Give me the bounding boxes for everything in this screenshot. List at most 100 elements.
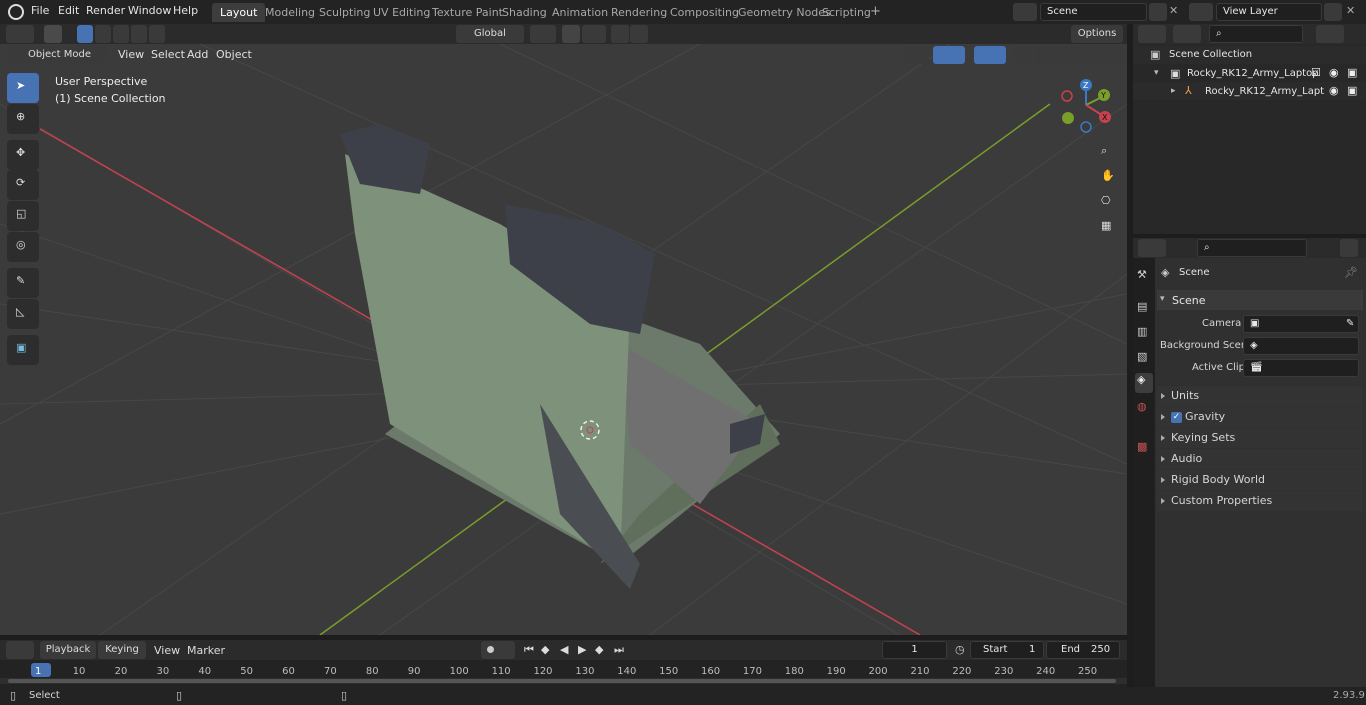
proportional-edit-icon[interactable] xyxy=(611,25,629,43)
timeline-scrollbar[interactable] xyxy=(0,678,1127,684)
overlay-toggle-icon[interactable] xyxy=(974,46,1006,64)
panel-units[interactable]: Units xyxy=(1157,386,1363,406)
output-tab-icon[interactable]: ▥ xyxy=(1137,325,1147,338)
menu-view[interactable]: View xyxy=(154,644,180,657)
shading-modes[interactable] xyxy=(1035,46,1107,64)
checkbox-icon[interactable]: ☑ xyxy=(1311,66,1321,79)
outliner-item[interactable]: Rocky_RK12_Army_Lapt xyxy=(1205,86,1324,97)
tool-annotate[interactable]: ✎ xyxy=(7,268,39,298)
world-tab-icon[interactable]: ◍ xyxy=(1137,400,1147,413)
blender-logo-icon[interactable] xyxy=(8,4,24,20)
panel-keying-sets[interactable]: Keying Sets xyxy=(1157,428,1363,448)
background-scene-field[interactable]: ◈ xyxy=(1243,337,1359,355)
play-reverse-icon[interactable]: ◀ xyxy=(560,643,568,656)
camera-icon[interactable]: ▣ xyxy=(1347,84,1357,97)
close-scene-icon[interactable]: ✕ xyxy=(1169,4,1178,17)
select-mode-invert-icon[interactable] xyxy=(131,25,147,43)
select-mode-intersect-icon[interactable] xyxy=(149,25,165,43)
tool-move[interactable]: ✥ xyxy=(7,140,39,170)
scene-selector-icon[interactable] xyxy=(1013,3,1037,21)
jump-end-icon[interactable]: ⏭ xyxy=(614,643,624,657)
falloff-icon[interactable] xyxy=(630,25,648,43)
camera-field[interactable]: ▣ ✎ xyxy=(1243,315,1359,333)
play-icon[interactable]: ▶ xyxy=(578,643,586,656)
menu-render[interactable]: Render xyxy=(86,4,125,17)
menu-add[interactable]: Add xyxy=(187,48,208,61)
copy-scene-icon[interactable] xyxy=(1149,3,1167,21)
prev-keyframe-icon[interactable]: ◆ xyxy=(541,643,549,656)
visibility-icon[interactable] xyxy=(903,46,929,64)
tool-add-cube[interactable]: ▣ xyxy=(7,335,39,365)
panel-custom-properties[interactable]: Custom Properties xyxy=(1157,491,1363,511)
scene-tab-icon[interactable]: ◈ xyxy=(1135,373,1153,393)
jump-start-icon[interactable]: ⏮ xyxy=(524,643,534,657)
zoom-icon[interactable]: ⌕ xyxy=(1101,144,1107,158)
scene-field[interactable]: Scene xyxy=(1040,3,1147,21)
view-layer-field[interactable]: View Layer xyxy=(1216,3,1322,21)
display-mode-icon[interactable] xyxy=(1173,25,1201,43)
menu-help[interactable]: Help xyxy=(173,4,198,17)
3d-viewport[interactable]: User Perspective (1) Scene Collection ➤ … xyxy=(0,44,1127,635)
menu-object[interactable]: Object xyxy=(216,48,252,61)
pan-hand-icon[interactable]: ✋ xyxy=(1101,169,1115,182)
gizmo-toggle-icon[interactable] xyxy=(933,46,965,64)
panel-audio[interactable]: Audio xyxy=(1157,449,1363,469)
transform-orientation-dropdown[interactable]: Global xyxy=(456,25,524,43)
menu-edit[interactable]: Edit xyxy=(58,4,79,17)
view-layer-tab-icon[interactable]: ▧ xyxy=(1137,350,1147,363)
menu-view[interactable]: View xyxy=(118,48,144,61)
select-box-icon[interactable] xyxy=(44,25,62,43)
properties-options-icon[interactable] xyxy=(1340,239,1358,257)
pivot-point-icon[interactable] xyxy=(530,25,556,43)
menu-marker[interactable]: Marker xyxy=(187,644,225,657)
ortho-grid-icon[interactable]: ▦ xyxy=(1101,219,1111,232)
shading-options-icon[interactable] xyxy=(1107,46,1123,64)
tool-scale[interactable]: ◱ xyxy=(7,201,39,231)
start-frame-field[interactable]: Start 1 xyxy=(970,641,1044,659)
tool-measure[interactable]: ◺ xyxy=(7,299,39,329)
expand-icon[interactable]: ▾ xyxy=(1154,68,1159,78)
tool-rotate[interactable]: ⟳ xyxy=(7,170,39,200)
view-layer-icon[interactable] xyxy=(1189,3,1213,21)
tool-select-box[interactable]: ➤ xyxy=(7,73,39,103)
filter-icon[interactable] xyxy=(1316,25,1344,43)
properties-search-input[interactable]: ⌕ xyxy=(1197,239,1307,257)
navigation-gizmo[interactable]: Z Y X xyxy=(1055,74,1117,136)
current-frame-field[interactable]: 1 xyxy=(882,641,947,659)
record-icon[interactable] xyxy=(481,641,515,659)
eye-icon[interactable]: ◉ xyxy=(1329,66,1339,79)
menu-select[interactable]: Select xyxy=(151,48,185,61)
camera-view-icon[interactable]: ⎔ xyxy=(1101,194,1111,207)
render-tab-icon[interactable]: ▤ xyxy=(1137,300,1147,313)
pin-icon[interactable]: 📌︎ xyxy=(1344,266,1358,279)
menu-keying[interactable]: Keying xyxy=(98,641,146,659)
eyedropper-icon[interactable]: ✎ xyxy=(1346,316,1354,332)
outliner-item[interactable]: Rocky_RK12_Army_Laptop xyxy=(1187,68,1319,79)
close-view-layer-icon[interactable]: ✕ xyxy=(1346,4,1355,17)
clock-icon[interactable]: ◷ xyxy=(955,643,965,656)
add-workspace-icon[interactable]: + xyxy=(870,4,881,19)
active-clip-field[interactable]: 🎬︎ xyxy=(1243,359,1359,377)
editor-type-icon[interactable] xyxy=(6,25,34,43)
timeline-editor-icon[interactable] xyxy=(6,641,34,659)
expand-icon[interactable]: ▸ xyxy=(1171,86,1176,96)
menu-playback[interactable]: Playback xyxy=(40,641,96,659)
select-mode-subtract-icon[interactable] xyxy=(113,25,129,43)
xray-icon[interactable] xyxy=(1014,46,1032,64)
copy-view-layer-icon[interactable] xyxy=(1324,3,1342,21)
properties-editor-icon[interactable] xyxy=(1138,239,1166,257)
outliner-root[interactable]: Scene Collection xyxy=(1169,49,1252,60)
options-dropdown[interactable]: Options xyxy=(1071,25,1123,43)
tool-cursor[interactable]: ⊕ xyxy=(7,104,39,134)
eye-icon[interactable]: ◉ xyxy=(1329,84,1339,97)
menu-window[interactable]: Window xyxy=(128,4,171,17)
select-mode-new-icon[interactable] xyxy=(77,25,93,43)
texture-tab-icon[interactable]: ▩ xyxy=(1137,440,1147,453)
gravity-checkbox[interactable]: ✓ xyxy=(1171,411,1182,423)
select-mode-extend-icon[interactable] xyxy=(95,25,111,43)
mode-dropdown[interactable]: Object Mode xyxy=(8,46,106,64)
panel-gravity[interactable]: ✓ Gravity xyxy=(1157,407,1363,427)
menu-file[interactable]: File xyxy=(31,4,49,17)
snap-target-icon[interactable] xyxy=(582,25,606,43)
tool-tab-icon[interactable]: ⚒ xyxy=(1137,268,1147,281)
